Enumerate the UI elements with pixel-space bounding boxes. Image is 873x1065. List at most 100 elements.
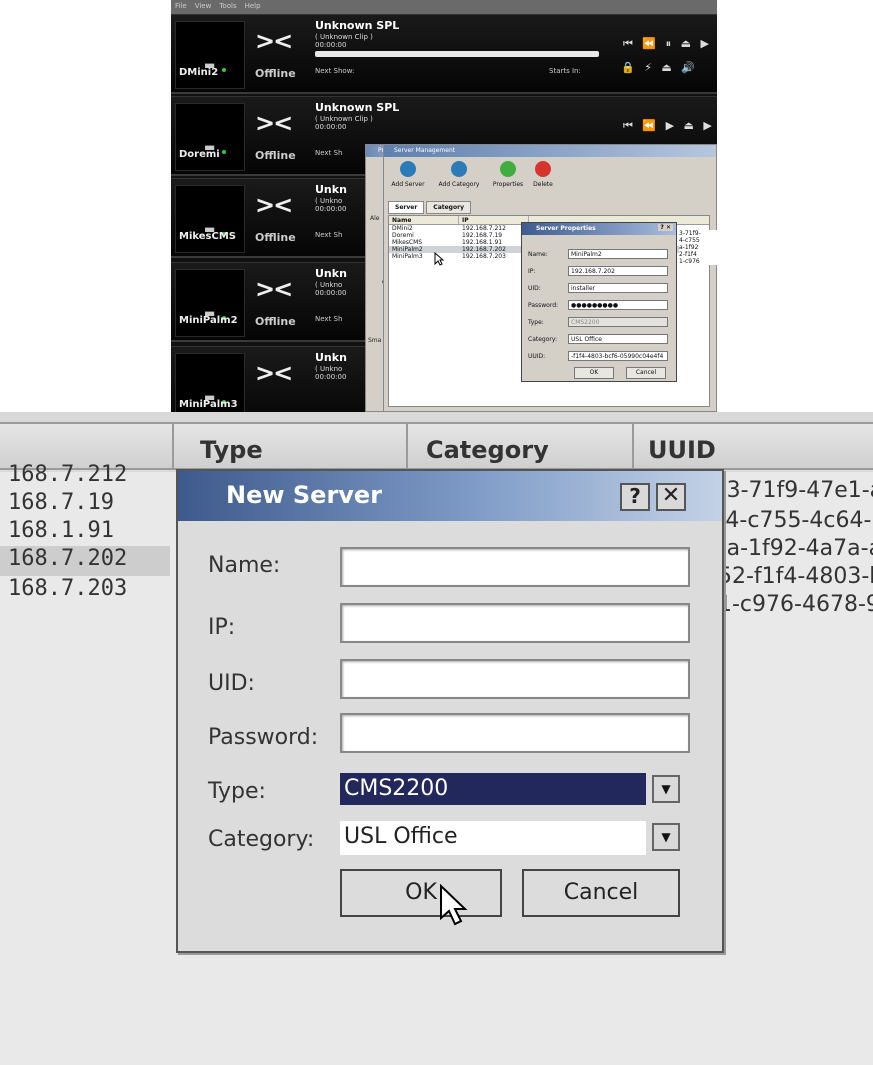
delete-button[interactable]: Delete: [528, 161, 558, 188]
help-icon[interactable]: ?: [660, 224, 663, 231]
close-icon[interactable]: ✕: [656, 483, 686, 511]
menu-tools[interactable]: Tools: [219, 2, 236, 12]
uid-label: UID:: [208, 671, 255, 696]
uid-field[interactable]: [340, 659, 690, 699]
name-label: Name:: [208, 553, 281, 578]
uuid-cell: 1-c976-4678-9: [718, 592, 873, 617]
menu-view[interactable]: View: [195, 2, 212, 12]
ip-cell: 168.7.212: [8, 462, 128, 487]
add-server-icon: [400, 161, 416, 177]
password-label: Password:: [208, 725, 319, 750]
next-show: Next Sh: [315, 149, 343, 157]
uuid-cell: a-1f92: [679, 244, 699, 251]
help-close-buttons[interactable]: ? ✕: [658, 224, 673, 231]
column-type[interactable]: Type: [174, 424, 408, 468]
device-tools[interactable]: 🔒 ⚡ ⏏ 🔊: [621, 61, 698, 74]
server-ip: 192.168.1.91: [462, 239, 503, 246]
uid-field[interactable]: installer: [568, 283, 668, 293]
add-category-button[interactable]: Add Category: [434, 161, 484, 188]
type-select[interactable]: CMS2200: [568, 317, 668, 327]
category-label: Category:: [208, 827, 315, 852]
clip-name: ( Unkno: [315, 365, 343, 373]
server-ip: 192.168.7.212: [462, 225, 506, 232]
name-field[interactable]: [340, 547, 690, 587]
preferences-label-sma: Sma: [368, 337, 382, 344]
ip-field[interactable]: [340, 603, 690, 643]
column-ip[interactable]: IP: [459, 216, 529, 224]
uuid-cell: 2-f1f4: [679, 251, 697, 258]
delete-label: Delete: [533, 181, 553, 188]
spl-title: Unkn: [315, 267, 347, 280]
menu-help[interactable]: Help: [245, 2, 261, 12]
close-icon[interactable]: ✕: [666, 224, 671, 231]
tab-category[interactable]: Category: [426, 201, 471, 214]
device-tile: ▬: [175, 103, 245, 171]
cancel-button[interactable]: Cancel: [626, 367, 666, 379]
menu-file[interactable]: File: [175, 2, 187, 12]
device-row[interactable]: ▬ DMini2 >< Offline Unknown SPL ( Unknow…: [171, 14, 717, 94]
mouse-cursor-icon: [440, 884, 468, 926]
ip-cell: 168.7.19: [8, 490, 114, 515]
uuid-cell: :4-c755-4c64-b: [718, 508, 873, 533]
device-tile: ▬: [175, 185, 245, 253]
help-icon[interactable]: ?: [620, 483, 650, 511]
server-name: DMini2: [392, 225, 413, 232]
tab-server[interactable]: Server: [388, 201, 425, 214]
mouse-cursor-icon: [434, 252, 444, 266]
spl-title: Unknown SPL: [315, 19, 400, 32]
new-server-titlebar: New Server ? ✕: [178, 471, 722, 521]
column-header: Type Category UUID: [0, 422, 873, 470]
transport-controls[interactable]: ⏮ ⏪ ▶ ⏏ ▶: [623, 119, 715, 133]
password-field[interactable]: [340, 713, 690, 753]
server-name: MiniPalm3: [392, 253, 423, 260]
type-select[interactable]: CMS2200: [340, 773, 646, 805]
ip-label: IP:: [528, 268, 536, 275]
ip-label: IP:: [208, 615, 236, 640]
add-server-button[interactable]: Add Server: [388, 161, 428, 188]
transport-controls[interactable]: ⏮ ⏪ ⏸ ⏏ ▶: [623, 37, 712, 51]
category-select[interactable]: USL Office: [340, 821, 646, 855]
status-led: [222, 68, 226, 72]
disconnected-icon: ><: [255, 109, 293, 137]
spl-title: Unknown SPL: [315, 101, 400, 114]
next-show: Next Sh: [315, 315, 343, 323]
uuid-cell: 1-c976: [679, 258, 700, 265]
next-show: Next Show:: [315, 67, 355, 75]
device-name: DMini2: [179, 67, 219, 78]
server-management-title: Server Management: [384, 145, 716, 157]
disconnected-icon: ><: [255, 27, 293, 55]
lock-icon[interactable]: 🔒: [621, 61, 638, 74]
column-name[interactable]: Name: [389, 216, 459, 224]
name-field[interactable]: MiniPalm2: [568, 249, 668, 259]
play-time: 00:00:00: [315, 373, 347, 381]
device-tile: ▬: [175, 269, 245, 337]
disconnected-icon: ><: [255, 191, 293, 219]
server-name: MikesCMS: [392, 239, 423, 246]
category-select[interactable]: USL Office: [568, 334, 668, 344]
column-uuid[interactable]: UUID: [634, 424, 873, 468]
name-label: Name:: [528, 251, 548, 258]
category-label: Category:: [528, 336, 557, 343]
column-category[interactable]: Category: [408, 424, 634, 468]
ip-field[interactable]: 192.168.7.202: [568, 266, 668, 276]
cancel-button[interactable]: Cancel: [522, 869, 680, 917]
device-name: MiniPalm2: [179, 315, 238, 326]
device-name: Doremi: [179, 149, 220, 160]
password-field[interactable]: ●●●●●●●●●: [568, 300, 668, 310]
uuid-field[interactable]: -f1f4-4803-bcf6-05990c04e4f4: [568, 351, 668, 361]
properties-button[interactable]: Properties: [488, 161, 528, 188]
new-server-title: New Server: [226, 481, 383, 509]
uuid-label: UUID:: [528, 353, 546, 360]
ok-button[interactable]: OK: [340, 869, 502, 917]
ip-cell-selected[interactable]: 168.7.202: [0, 546, 170, 576]
spl-title: Unkn: [315, 351, 347, 364]
checkmark-icon: [500, 161, 516, 177]
ok-button[interactable]: OK: [574, 367, 614, 379]
type-chevron-down-icon[interactable]: ▼: [652, 775, 680, 803]
next-show: Next Sh: [315, 231, 343, 239]
category-chevron-down-icon[interactable]: ▼: [652, 823, 680, 851]
play-time: 00:00:00: [315, 205, 347, 213]
type-label: Type:: [528, 319, 544, 326]
disconnected-icon: ><: [255, 359, 293, 387]
device-status: Offline: [255, 315, 296, 328]
